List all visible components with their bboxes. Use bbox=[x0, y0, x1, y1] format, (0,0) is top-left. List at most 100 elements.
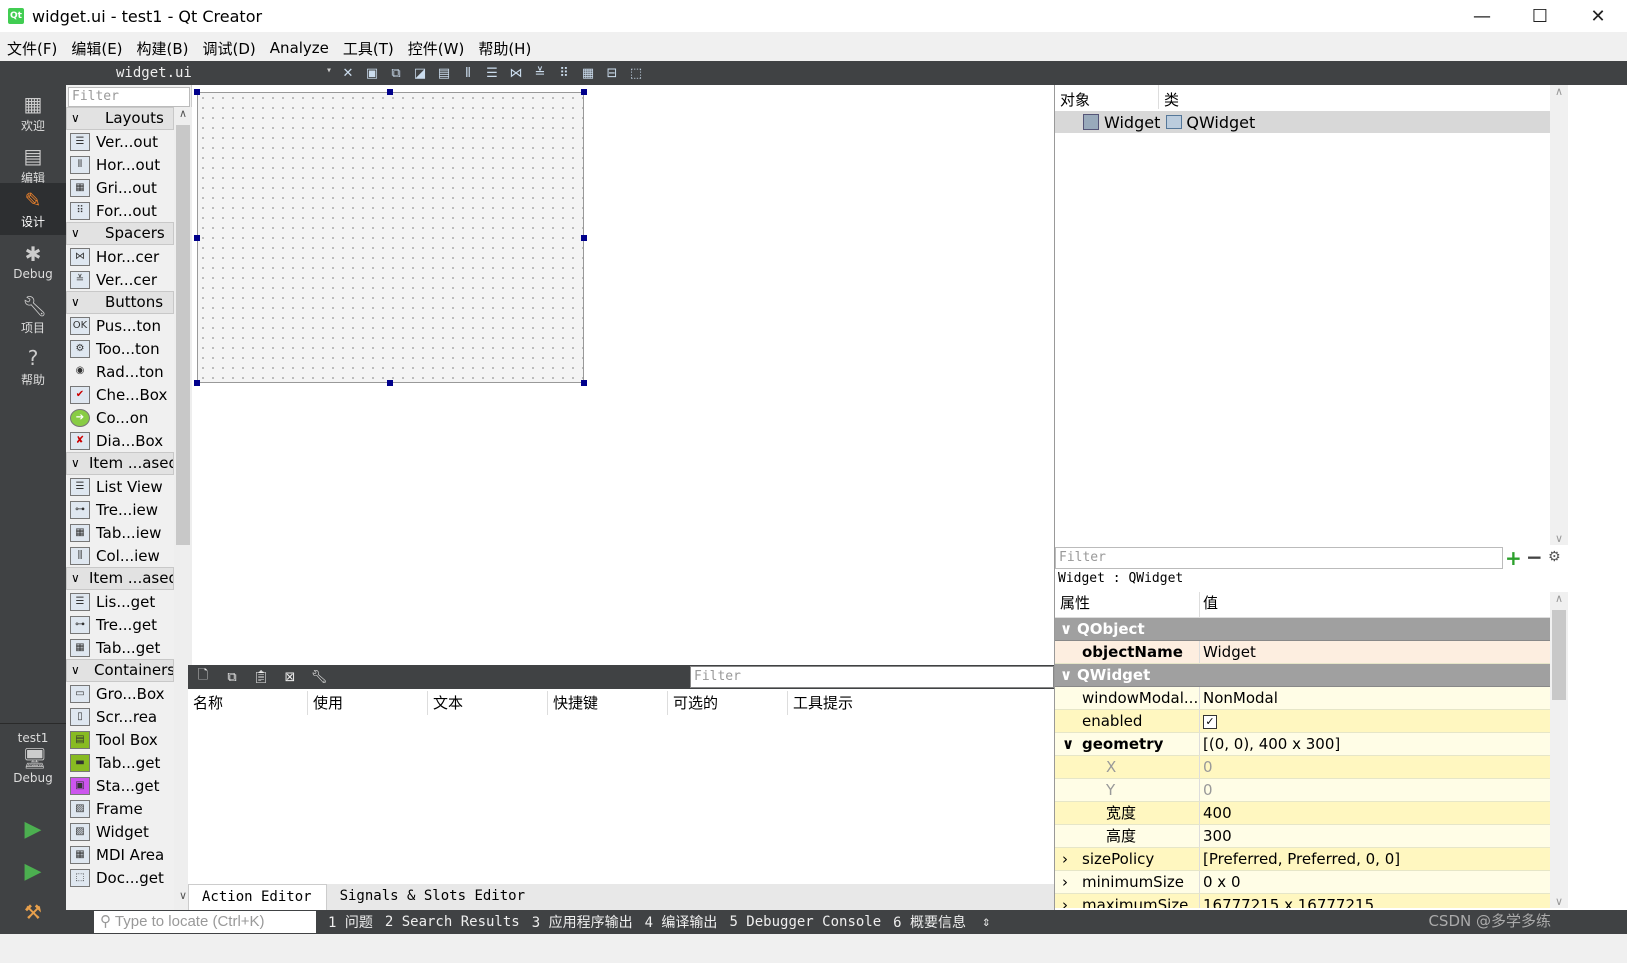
menu-widgets[interactable]: 控件(W) bbox=[401, 38, 472, 59]
edit-signals-slots-icon[interactable]: ⧉ bbox=[385, 63, 407, 83]
property-value[interactable]: 0 bbox=[1200, 756, 1550, 778]
output-tab-compile-output[interactable]: 4 编译输出 bbox=[645, 912, 718, 932]
chevron-right-icon[interactable]: › bbox=[1062, 848, 1068, 870]
edit-buddies-icon[interactable]: ◪ bbox=[409, 63, 431, 83]
property-value[interactable]: 0 bbox=[1200, 779, 1550, 801]
category-item-views[interactable]: ∨ Item ...ased) bbox=[66, 452, 174, 475]
widget-column-view[interactable]: ⫼ Col...iew bbox=[66, 544, 174, 567]
scrollbar-thumb[interactable] bbox=[1552, 610, 1566, 700]
widget-list-view[interactable]: ☰ List View bbox=[66, 475, 174, 498]
widget-group-box[interactable]: ▭ Gro...Box bbox=[66, 682, 174, 705]
widget-dialog-button-box[interactable]: ✘ Dia...Box bbox=[66, 429, 174, 452]
layout-grid-icon[interactable]: ▦ bbox=[577, 63, 599, 83]
break-layout-icon[interactable]: ⊟ bbox=[601, 63, 623, 83]
widget-horizontal-spacer[interactable]: ⋈ Hor...cer bbox=[66, 245, 174, 268]
widget-tree-widget[interactable]: ⊶ Tre...get bbox=[66, 613, 174, 636]
scroll-up-icon[interactable]: ∧ bbox=[174, 107, 192, 125]
column-object[interactable]: 对象 bbox=[1055, 85, 1159, 109]
widget-frame[interactable]: ▨ Frame bbox=[66, 797, 174, 820]
action-filter-input[interactable]: Filter bbox=[690, 666, 1054, 688]
property-row-height[interactable]: 高度 300 bbox=[1055, 825, 1550, 848]
widget-tool-box[interactable]: ▤ Tool Box bbox=[66, 728, 174, 751]
adjust-size-icon[interactable]: ⬚ bbox=[625, 63, 647, 83]
property-row-sizePolicy[interactable]: › sizePolicy [Preferred, Preferred, 0, 0] bbox=[1055, 848, 1550, 871]
open-file-combo[interactable]: widget.ui ▾ bbox=[66, 63, 336, 83]
resize-handle[interactable] bbox=[581, 89, 587, 95]
form-widget[interactable] bbox=[197, 92, 584, 383]
layout-v-splitter-icon[interactable]: ≚ bbox=[529, 63, 551, 83]
run-button[interactable]: ▶ bbox=[0, 813, 66, 853]
category-spacers[interactable]: ∨ Spacers bbox=[66, 222, 174, 245]
layout-form-icon[interactable]: ⠿ bbox=[553, 63, 575, 83]
menu-edit[interactable]: 编辑(E) bbox=[64, 38, 129, 59]
menu-analyze[interactable]: Analyze bbox=[263, 39, 336, 57]
property-row-windowModality[interactable]: windowModal... NonModal bbox=[1055, 687, 1550, 710]
close-button[interactable]: ✕ bbox=[1569, 0, 1627, 32]
scroll-up-icon[interactable]: ∧ bbox=[1550, 592, 1568, 605]
output-tab-debugger-console[interactable]: 5 Debugger Console bbox=[729, 914, 881, 930]
mode-help[interactable]: ? 帮助 bbox=[0, 341, 66, 393]
more-tabs-icon[interactable]: ⇕ bbox=[982, 914, 990, 930]
paste-action-icon[interactable]: 📋︎ bbox=[250, 667, 272, 687]
menu-help[interactable]: 帮助(H) bbox=[471, 38, 538, 59]
add-dynamic-property-button[interactable]: + bbox=[1505, 548, 1523, 568]
widget-vertical-spacer[interactable]: ≚ Ver...cer bbox=[66, 268, 174, 291]
chevron-right-icon[interactable]: › bbox=[1062, 871, 1068, 893]
resize-handle[interactable] bbox=[581, 380, 587, 386]
menu-debug[interactable]: 调试(D) bbox=[196, 38, 263, 59]
layout-h-splitter-icon[interactable]: ⋈ bbox=[505, 63, 527, 83]
widget-scroll-area[interactable]: ▯ Scr...rea bbox=[66, 705, 174, 728]
mode-projects[interactable]: 🔧︎ 项目 bbox=[0, 289, 66, 341]
property-row-x[interactable]: X 0 bbox=[1055, 756, 1550, 779]
group-qwidget[interactable]: ∨ QWidget bbox=[1055, 664, 1550, 687]
property-row-minimumSize[interactable]: › minimumSize 0 x 0 bbox=[1055, 871, 1550, 894]
property-value[interactable]: 300 bbox=[1200, 825, 1550, 847]
configure-icon[interactable]: 🔧︎ bbox=[308, 667, 330, 687]
edit-tab-order-icon[interactable]: ▤ bbox=[433, 63, 455, 83]
scroll-up-icon[interactable]: ∧ bbox=[1550, 85, 1568, 98]
widget-tree-view[interactable]: ⊶ Tre...iew bbox=[66, 498, 174, 521]
menu-tools[interactable]: 工具(T) bbox=[336, 38, 401, 59]
close-document-icon[interactable]: ✕ bbox=[337, 63, 359, 83]
category-containers[interactable]: ∨ Containers bbox=[66, 659, 174, 682]
property-value[interactable]: NonModal bbox=[1200, 687, 1550, 709]
column-used[interactable]: 使用 bbox=[308, 691, 428, 715]
menu-file[interactable]: 文件(F) bbox=[0, 38, 64, 59]
resize-handle[interactable] bbox=[194, 235, 200, 241]
widget-mdi-area[interactable]: ▦ MDI Area bbox=[66, 843, 174, 866]
output-tab-general-messages[interactable]: 6 概要信息 bbox=[893, 912, 966, 932]
column-value[interactable]: 值 bbox=[1200, 592, 1550, 617]
resize-handle[interactable] bbox=[194, 89, 200, 95]
output-tab-application-output[interactable]: 3 应用程序输出 bbox=[532, 912, 633, 932]
output-tab-search-results[interactable]: 2 Search Results bbox=[385, 914, 520, 930]
property-value[interactable]: [(0, 0), 400 x 300] bbox=[1200, 733, 1550, 755]
property-row-objectName[interactable]: objectName Widget bbox=[1055, 641, 1550, 664]
widget-dock-widget[interactable]: ⬚ Doc...get bbox=[66, 866, 174, 889]
group-qobject[interactable]: ∨ QObject bbox=[1055, 618, 1550, 641]
build-button[interactable]: ⚒ bbox=[0, 895, 66, 935]
widget-table-widget[interactable]: ▦ Tab...get bbox=[66, 636, 174, 659]
column-tooltip[interactable]: 工具提示 bbox=[788, 691, 908, 715]
widget-filter-input[interactable]: Filter bbox=[68, 87, 190, 107]
enabled-checkbox[interactable]: ✓ bbox=[1203, 714, 1217, 729]
object-row-widget[interactable]: Widget QWidget bbox=[1055, 111, 1550, 133]
delete-action-icon[interactable]: ⊠ bbox=[279, 667, 301, 687]
remove-dynamic-property-button[interactable]: − bbox=[1526, 547, 1544, 567]
column-checkable[interactable]: 可选的 bbox=[668, 691, 788, 715]
layout-horizontal-icon[interactable]: ⫴ bbox=[457, 63, 479, 83]
widget-tool-button[interactable]: ⚙ Too...ton bbox=[66, 337, 174, 360]
category-item-widgets[interactable]: ∨ Item ...ased) bbox=[66, 567, 174, 590]
widget-push-button[interactable]: OK Pus...ton bbox=[66, 314, 174, 337]
category-layouts[interactable]: ∨ Layouts bbox=[66, 107, 174, 130]
edit-widgets-icon[interactable]: ▣ bbox=[361, 63, 383, 83]
property-row-maximumSize[interactable]: › maximumSize 16777215 x 16777215 bbox=[1055, 894, 1550, 908]
column-text[interactable]: 文本 bbox=[428, 691, 548, 715]
mode-welcome[interactable]: ▦ 欢迎 bbox=[0, 87, 66, 139]
resize-handle[interactable] bbox=[387, 380, 393, 386]
column-class[interactable]: 类 bbox=[1159, 85, 1184, 109]
widget-form-layout[interactable]: ⠿ For...out bbox=[66, 199, 174, 222]
widget-grid-layout[interactable]: ▦ Gri...out bbox=[66, 176, 174, 199]
widget-radio-button[interactable]: ◉ Rad...ton bbox=[66, 360, 174, 383]
column-property[interactable]: 属性 bbox=[1055, 592, 1200, 617]
chevron-right-icon[interactable]: › bbox=[1062, 894, 1068, 908]
